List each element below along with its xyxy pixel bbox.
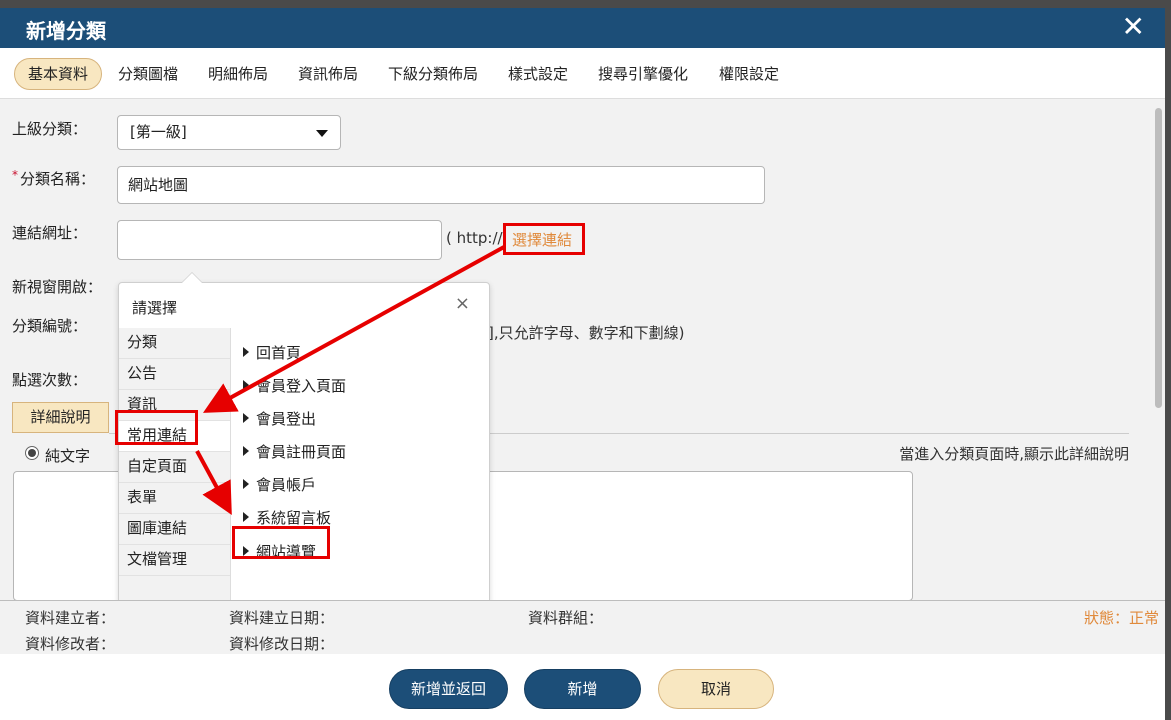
category-item[interactable]: 表單 [119,483,230,514]
tab-style-settings[interactable]: 樣式設定 [508,59,568,89]
caret-right-icon [243,413,249,423]
tab-subcategory-layout[interactable]: 下級分類佈局 [388,59,478,89]
category-code-hint: ],只允許字母、數字和下劃線) [488,324,685,342]
caret-right-icon [243,380,249,390]
scrollbar[interactable] [1153,100,1163,600]
close-icon[interactable]: ✕ [1122,12,1145,42]
link-item[interactable]: 會員註冊頁面 [243,441,346,462]
detail-description-tab[interactable]: 詳細說明 [12,402,109,433]
click-count-label: 點選次數： [12,371,88,389]
dialog-titlebar: 新增分類 ✕ [0,8,1165,48]
cancel-button[interactable]: 取消 [658,669,774,709]
tab-info-layout[interactable]: 資訊佈局 [298,59,358,89]
popup-title: 請選擇 [132,299,178,317]
dialog-title: 新增分類 [26,19,106,43]
caret-right-icon [243,347,249,357]
tab-permissions[interactable]: 權限設定 [719,59,779,89]
category-code-label: 分類編號： [12,317,88,335]
tab-seo[interactable]: 搜尋引擎優化 [598,59,688,89]
modifier-label: 資料修改者： [25,635,116,653]
status-badge: 狀態：正常 [1083,609,1159,627]
parent-category-label: 上級分類： [12,120,88,138]
category-name-input[interactable]: 網站地圖 [117,166,765,204]
tab-category-image[interactable]: 分類圖檔 [118,59,178,89]
link-item[interactable]: 會員登出 [243,408,316,429]
modified-date-label: 資料修改日期： [229,635,335,653]
link-item[interactable]: 系統留言板 [243,507,331,528]
category-item[interactable]: 自定頁面 [119,452,230,483]
category-name-label: * 分類名稱： [12,168,96,188]
category-item[interactable]: 分類 [119,328,230,359]
record-info: 資料建立者： 資料建立日期： 資料群組： 狀態：正常 資料修改者： 資料修改日期… [0,600,1165,655]
tab-detail-layout[interactable]: 明細佈局 [208,59,268,89]
category-list: 分類 公告 資訊 常用連結 自定頁面 表單 圖庫連結 文檔管理 [119,328,231,604]
creator-label: 資料建立者： [25,609,116,627]
parent-category-value: [第一級] [130,123,187,141]
tab-bar: 基本資料 分類圖檔 明細佈局 資訊佈局 下級分類佈局 樣式設定 搜尋引擎優化 權… [0,48,1165,99]
add-button[interactable]: 新增 [524,669,641,709]
detail-hint: 當進入分類頁面時,顯示此詳細說明 [899,445,1129,463]
link-item[interactable]: 回首頁 [243,342,301,363]
plain-text-label: 純文字 [45,447,91,465]
caret-right-icon [243,479,249,489]
annotation-box-common-links [115,410,198,445]
data-group-label: 資料群組： [528,609,604,627]
chevron-down-icon [316,130,328,137]
link-url-label: 連結網址： [12,224,88,242]
plain-text-radio[interactable] [25,446,39,460]
close-icon[interactable]: × [455,293,470,314]
caret-right-icon [243,512,249,522]
new-window-label: 新視窗開啟： [12,278,103,296]
tab-basic-info[interactable]: 基本資料 [14,58,103,90]
category-item[interactable]: 公告 [119,359,230,390]
category-item[interactable]: 文檔管理 [119,545,230,576]
link-item[interactable]: 會員帳戶 [243,474,316,495]
created-date-label: 資料建立日期： [229,609,335,627]
add-and-return-button[interactable]: 新增並返回 [389,669,508,709]
dialog: 新增分類 ✕ 基本資料 分類圖檔 明細佈局 資訊佈局 下級分類佈局 樣式設定 搜… [0,8,1165,720]
url-hint: ( http:// [446,229,503,247]
category-name-value: 網站地圖 [128,176,189,194]
parent-category-select[interactable]: [第一級] [117,115,341,150]
required-mark: * [12,168,18,182]
link-item[interactable]: 會員登入頁面 [243,375,346,396]
button-bar: 新增並返回 新增 取消 [0,654,1165,720]
caret-right-icon [243,446,249,456]
link-url-input[interactable] [117,220,442,260]
annotation-box-site-guide [232,526,330,559]
scrollbar-thumb[interactable] [1155,108,1162,408]
category-item[interactable]: 圖庫連結 [119,514,230,545]
annotation-box-choose-link [503,223,585,255]
